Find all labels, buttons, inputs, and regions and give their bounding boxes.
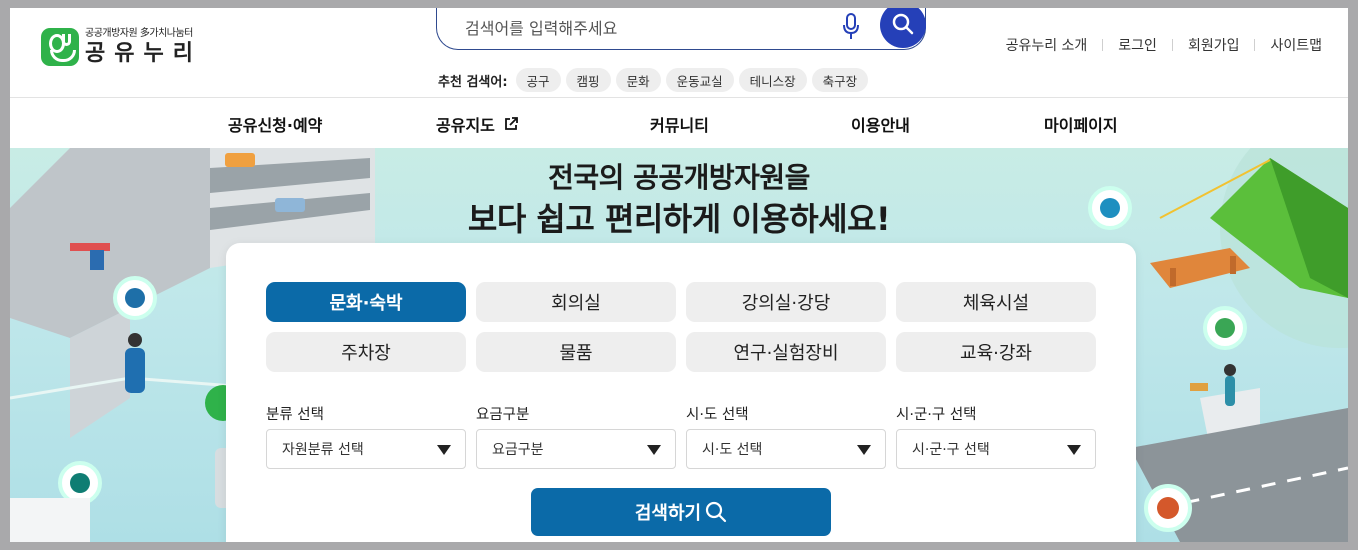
divider [1102, 39, 1104, 51]
caret-down-icon [437, 445, 451, 455]
browser-viewport: 공공개방자원 多가치나눔터 공유누리 추천 검색어: 공구 캠핑 문화 [10, 8, 1348, 542]
category-goods[interactable]: 물품 [476, 332, 676, 372]
category-meeting-room[interactable]: 회의실 [476, 282, 676, 322]
nav-item-guide[interactable]: 이용안내 [851, 112, 910, 136]
fee-select[interactable]: 요금구분 [476, 429, 676, 469]
district-select[interactable]: 시·군·구 선택 [896, 429, 1096, 469]
keyword-chip[interactable]: 테니스장 [738, 68, 807, 92]
logo-subtitle: 공공개방자원 多가치나눔터 [85, 28, 193, 39]
search-icon [706, 501, 727, 523]
filter-label-category: 분류 선택 [266, 407, 324, 423]
recommended-keywords: 추천 검색어: 공구 캠핑 문화 운동교실 테니스장 축구장 [438, 68, 869, 92]
about-link[interactable]: 공유누리 소개 [1006, 35, 1088, 55]
search-input[interactable] [465, 16, 825, 40]
keyword-chip[interactable]: 축구장 [811, 68, 869, 92]
caret-down-icon [857, 445, 871, 455]
hero-headline-line2: 보다 쉽고 편리하게 이용하세요! [467, 200, 891, 238]
keyword-chip[interactable]: 운동교실 [665, 68, 734, 92]
filter-label-district: 시·군·구 선택 [896, 407, 977, 423]
nav-item-apply[interactable]: 공유신청·예약 [228, 112, 322, 136]
search-icon [892, 13, 914, 35]
keyword-chip[interactable]: 공구 [515, 68, 561, 92]
divider [1254, 39, 1256, 51]
caret-down-icon [1067, 445, 1081, 455]
sitemap-link[interactable]: 사이트맵 [1270, 35, 1322, 55]
nav-item-mypage[interactable]: 마이페이지 [1044, 112, 1118, 136]
hero-section: 전국의 공공개방자원을 보다 쉽고 편리하게 이용하세요! 문화·숙박 회의실 … [10, 148, 1348, 542]
keyword-chip[interactable]: 문화 [615, 68, 661, 92]
category-research-equipment[interactable]: 연구·실험장비 [686, 332, 886, 372]
login-link[interactable]: 로그인 [1118, 35, 1157, 55]
filter-label-province: 시·도 선택 [686, 407, 749, 423]
utility-links: 공유누리 소개 로그인 회원가입 사이트맵 [1006, 35, 1322, 55]
category-culture-lodging[interactable]: 문화·숙박 [266, 282, 466, 322]
category-select[interactable]: 자원분류 선택 [266, 429, 466, 469]
nav-item-community[interactable]: 커뮤니티 [650, 112, 709, 136]
site-header: 공공개방자원 多가치나눔터 공유누리 추천 검색어: 공구 캠핑 문화 [10, 8, 1348, 98]
category-lecture-hall[interactable]: 강의실·강당 [686, 282, 886, 322]
external-link-icon [504, 117, 518, 130]
logo-mark-icon [41, 28, 79, 66]
site-logo[interactable]: 공공개방자원 多가치나눔터 공유누리 [41, 28, 202, 66]
category-sports-facility[interactable]: 체육시설 [896, 282, 1096, 322]
divider [1171, 39, 1173, 51]
caret-down-icon [647, 445, 661, 455]
province-select[interactable]: 시·도 선택 [686, 429, 886, 469]
main-nav: 공유신청·예약 공유지도 커뮤니티 이용안내 마이페이지 [10, 98, 1348, 148]
keyword-chip[interactable]: 캠핑 [565, 68, 611, 92]
microphone-icon[interactable] [841, 12, 861, 42]
hero-headline-line1: 전국의 공공개방자원을 [548, 161, 810, 194]
category-education[interactable]: 교육·강좌 [896, 332, 1096, 372]
search-button[interactable] [880, 8, 926, 48]
category-parking[interactable]: 주차장 [266, 332, 466, 372]
filter-label-fee: 요금구분 [476, 407, 530, 423]
recommended-label: 추천 검색어: [438, 74, 508, 90]
submit-search-button[interactable]: 검색하기 [531, 488, 831, 536]
logo-name: 공유누리 [85, 41, 202, 66]
nav-item-map[interactable]: 공유지도 [436, 112, 519, 136]
resource-search-panel: 문화·숙박 회의실 강의실·강당 체육시설 주차장 물품 연구·실험장비 교육·… [226, 243, 1136, 542]
signup-link[interactable]: 회원가입 [1188, 35, 1240, 55]
search-box [436, 8, 926, 50]
